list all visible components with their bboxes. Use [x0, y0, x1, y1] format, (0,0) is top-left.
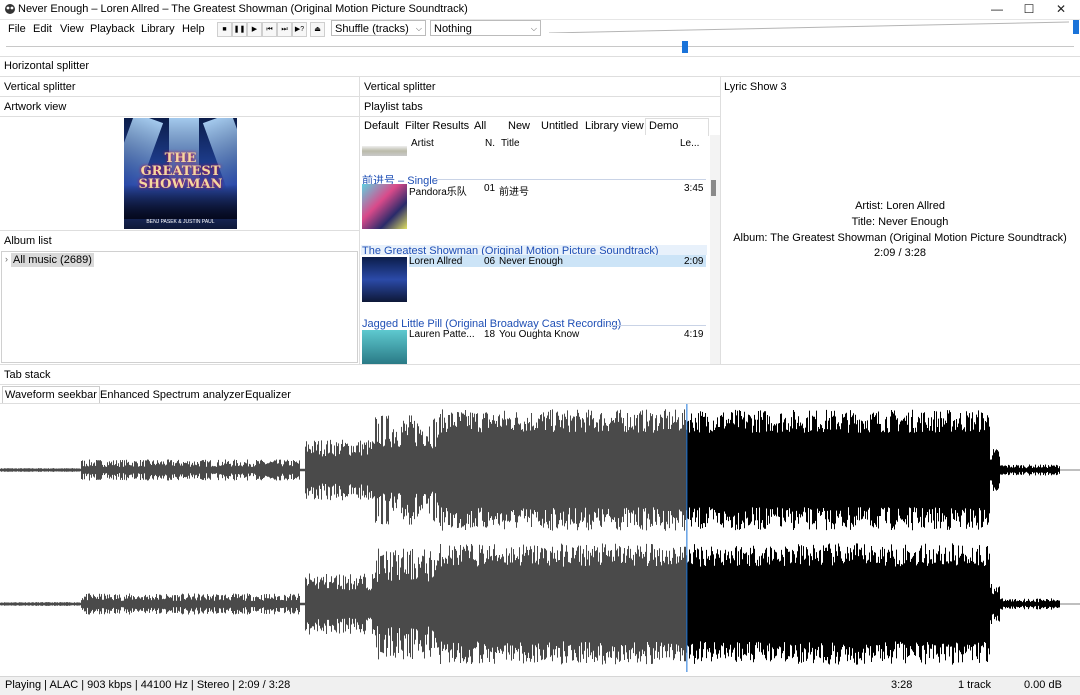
track-number[interactable]: 06	[484, 256, 495, 267]
tab-library-view[interactable]: Library view	[585, 120, 644, 132]
playlist-scroll-thumb[interactable]	[711, 180, 716, 196]
album-list-all-music[interactable]: All music (2689)	[11, 253, 94, 267]
tab-spectrum-analyzer[interactable]: Enhanced Spectrum analyzer	[100, 389, 244, 401]
track-artist[interactable]: Pandora乐队	[409, 183, 467, 198]
seekbar[interactable]	[6, 46, 1074, 47]
app-icon	[5, 4, 15, 14]
chevron-down-icon: ⌵	[415, 24, 422, 33]
track-title[interactable]: 前进号	[499, 183, 529, 198]
menu-playback[interactable]: Playback	[90, 23, 135, 35]
status-playback-info: Playing | ALAC | 903 kbps | 44100 Hz | S…	[5, 679, 291, 691]
menu-view[interactable]: View	[60, 23, 84, 35]
tab-demo[interactable]: Demo	[649, 120, 678, 132]
tab-waveform-seekbar[interactable]: Waveform seekbar	[5, 389, 97, 401]
menu-library[interactable]: Library	[141, 23, 175, 35]
seekbar-handle[interactable]	[682, 41, 689, 53]
album-thumb	[362, 184, 407, 229]
vertical-splitter-label: Vertical splitter	[4, 81, 76, 93]
waveform-seekbar[interactable]	[0, 404, 1080, 672]
menu-help[interactable]: Help	[182, 23, 205, 35]
track-number[interactable]: 18	[484, 329, 495, 340]
next-button[interactable]: ⏭	[277, 22, 292, 37]
column-length[interactable]: Le...	[680, 138, 699, 149]
status-gain: 0.00 dB	[1024, 679, 1062, 691]
menu-edit[interactable]: Edit	[33, 23, 52, 35]
lyric-title: Title: Never Enough	[851, 216, 949, 228]
expand-chevron-icon[interactable]: ›	[5, 254, 8, 264]
random-button[interactable]: ▶?	[292, 22, 307, 37]
stop-after-select[interactable]: Nothing ⌵	[430, 20, 541, 36]
tab-equalizer[interactable]: Equalizer	[245, 389, 291, 401]
pause-button[interactable]: ❚❚	[232, 22, 247, 37]
lyric-show-label: Lyric Show 3	[724, 81, 787, 93]
album-thumb-partial	[362, 146, 407, 156]
playlist-scrollbar[interactable]	[710, 135, 720, 364]
close-button[interactable]: ✕	[1044, 0, 1078, 19]
menu-file[interactable]: File	[8, 23, 26, 35]
stop-button[interactable]: ■	[217, 22, 232, 37]
tab-untitled[interactable]: Untitled	[541, 120, 578, 132]
track-length[interactable]: 2:09	[684, 256, 703, 267]
track-number[interactable]: 01	[484, 183, 495, 194]
status-track-count: 1 track	[958, 679, 992, 691]
stop-after-value: Nothing	[434, 23, 472, 35]
lyric-artist: Artist: Loren Allred	[855, 200, 945, 212]
play-button[interactable]: ▶	[247, 22, 262, 37]
tab-default[interactable]: Default	[364, 120, 399, 132]
album-list-label: Album list	[4, 235, 52, 247]
track-artist[interactable]: Lauren Patte...	[409, 329, 475, 340]
album-thumb	[362, 330, 407, 364]
track-title[interactable]: You Oughta Know	[499, 329, 579, 340]
column-number[interactable]: N.	[485, 138, 495, 149]
minimize-button[interactable]: —	[980, 0, 1014, 19]
column-artist[interactable]: Artist	[411, 138, 434, 149]
playlist-tabs-label: Playlist tabs	[364, 101, 423, 113]
album-list[interactable]	[1, 251, 358, 363]
status-length: 3:28	[891, 679, 913, 691]
tab-new[interactable]: New	[508, 120, 530, 132]
artwork-view-label: Artwork view	[4, 101, 67, 113]
album-art-image: THE GREATESTSHOWMAN BENJ PASEK & JUSTIN …	[124, 118, 237, 229]
track-artist[interactable]: Loren Allred	[409, 256, 462, 267]
previous-button[interactable]: ⏮	[262, 22, 277, 37]
open-button[interactable]: ⏏	[310, 22, 325, 37]
track-length[interactable]: 4:19	[684, 329, 703, 340]
column-title[interactable]: Title	[501, 138, 520, 149]
volume-handle[interactable]	[1073, 20, 1079, 34]
lyric-time: 2:09 / 3:28	[874, 247, 926, 259]
playback-order-value: Shuffle (tracks)	[335, 23, 409, 35]
tab-stack-label: Tab stack	[4, 369, 51, 381]
track-length[interactable]: 3:45	[684, 183, 703, 194]
horizontal-splitter-label: Horizontal splitter	[4, 60, 89, 72]
tab-filter-results[interactable]: Filter Results	[405, 120, 469, 132]
volume-slider[interactable]	[549, 21, 1069, 33]
track-title[interactable]: Never Enough	[499, 256, 563, 267]
chevron-down-icon: ⌵	[530, 24, 537, 33]
vertical-splitter-label-mid: Vertical splitter	[364, 81, 436, 93]
maximize-button[interactable]: ☐	[1012, 0, 1046, 19]
playback-order-select[interactable]: Shuffle (tracks) ⌵	[331, 20, 426, 36]
lyric-album: Album: The Greatest Showman (Original Mo…	[733, 232, 1067, 244]
album-thumb	[362, 257, 407, 302]
tab-all[interactable]: All	[474, 120, 486, 132]
window-title: Never Enough – Loren Allred – The Greate…	[18, 3, 468, 15]
